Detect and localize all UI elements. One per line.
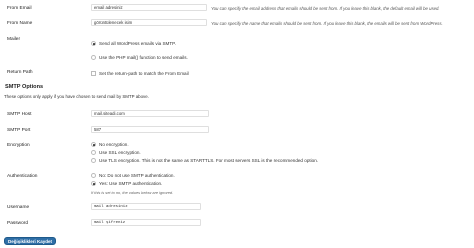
encryption-option-tls[interactable]: Use TLS encryption. This is not the same… bbox=[91, 158, 318, 163]
from-email-label: From Email bbox=[7, 6, 32, 11]
mailer-php-mail-label: Use the PHP mail() function to send emai… bbox=[99, 55, 188, 60]
authentication-yes-radio[interactable] bbox=[91, 181, 96, 186]
authentication-option-no[interactable]: No: Do not use SMTP authentication. bbox=[91, 173, 175, 178]
return-path-label: Return Path bbox=[7, 70, 33, 75]
authentication-no-label: No: Do not use SMTP authentication. bbox=[99, 173, 175, 178]
authentication-option-yes[interactable]: Yes: Use SMTP authentication. bbox=[91, 181, 162, 186]
save-changes-button[interactable]: Değişiklikleri Kaydet bbox=[4, 237, 57, 245]
encryption-label: Encryption bbox=[7, 143, 30, 148]
return-path-checkbox-label: Set the return-path to match the From Em… bbox=[99, 71, 189, 76]
smtp-host-label: SMTP Host bbox=[7, 112, 32, 117]
from-name-description: You can specify the name that emails sho… bbox=[211, 21, 443, 26]
smtp-options-note: These options only apply if you have cho… bbox=[4, 94, 149, 99]
password-label: Password bbox=[7, 221, 29, 226]
encryption-none-label: No encryption. bbox=[99, 142, 129, 147]
encryption-option-none[interactable]: No encryption. bbox=[91, 142, 129, 147]
smtp-port-input[interactable]: 587 bbox=[91, 126, 209, 133]
encryption-option-ssl[interactable]: Use SSL encryption. bbox=[91, 150, 141, 155]
mailer-option-smtp[interactable]: Send all WordPress emails via SMTP. bbox=[91, 41, 176, 46]
mailer-php-mail-radio[interactable] bbox=[91, 55, 96, 60]
encryption-tls-label: Use TLS encryption. This is not the same… bbox=[99, 158, 319, 163]
smtp-options-heading: SMTP Options bbox=[5, 84, 44, 90]
smtp-host-input[interactable]: mail.siteadi.com bbox=[91, 110, 209, 117]
from-name-input[interactable]: görüntülenecek isim bbox=[91, 19, 207, 26]
mailer-label: Mailer bbox=[7, 37, 21, 42]
password-input[interactable]: mail şifreniz bbox=[91, 219, 201, 226]
mailer-smtp-label: Send all WordPress emails via SMTP. bbox=[99, 41, 176, 46]
return-path-option[interactable]: Set the return-path to match the From Em… bbox=[91, 71, 189, 76]
from-email-description: You can specify the email address that e… bbox=[211, 6, 440, 11]
encryption-none-radio[interactable] bbox=[91, 142, 96, 147]
encryption-tls-radio[interactable] bbox=[91, 158, 96, 163]
username-label: Username bbox=[7, 205, 30, 210]
smtp-port-label: SMTP Port bbox=[7, 128, 31, 133]
authentication-no-radio[interactable] bbox=[91, 173, 96, 178]
encryption-ssl-radio[interactable] bbox=[91, 150, 96, 155]
authentication-yes-label: Yes: Use SMTP authentication. bbox=[99, 181, 163, 186]
from-email-input[interactable]: email adresiniz bbox=[91, 4, 207, 11]
encryption-ssl-label: Use SSL encryption. bbox=[99, 150, 141, 155]
from-name-label: From Name bbox=[7, 21, 33, 26]
return-path-checkbox[interactable] bbox=[91, 71, 96, 76]
mailer-option-php-mail[interactable]: Use the PHP mail() function to send emai… bbox=[91, 55, 188, 60]
authentication-note: If this is set to no, the values below a… bbox=[91, 190, 174, 195]
mailer-smtp-radio[interactable] bbox=[91, 41, 96, 46]
authentication-label: Authentication bbox=[7, 174, 38, 179]
username-input[interactable]: mail adresiniz bbox=[91, 203, 201, 210]
